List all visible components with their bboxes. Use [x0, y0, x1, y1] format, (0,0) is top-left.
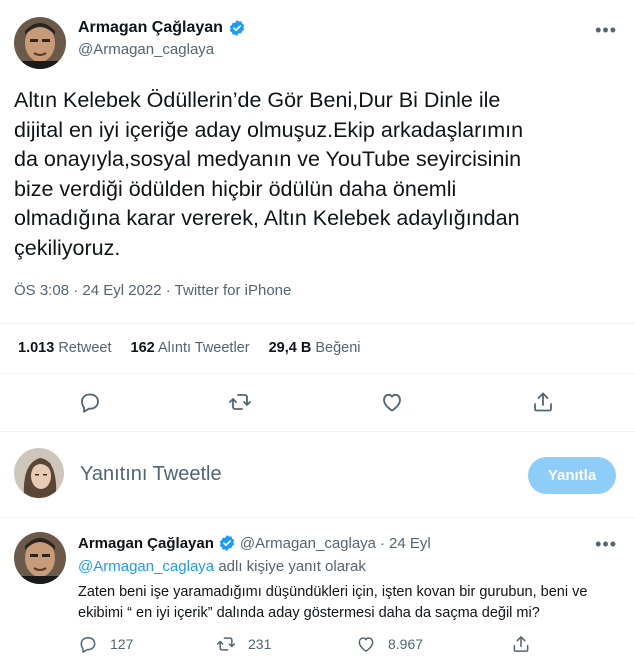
like-icon[interactable] [380, 390, 404, 414]
more-horizontal-icon[interactable]: ••• [595, 20, 617, 41]
divider [0, 323, 635, 324]
current-user-avatar[interactable] [14, 448, 64, 498]
share-icon[interactable] [511, 634, 531, 654]
more-horizontal-icon[interactable]: ••• [595, 534, 617, 555]
author-photo [14, 17, 66, 69]
reply-icon[interactable] [78, 634, 98, 654]
divider [0, 373, 635, 374]
replying-suffix: adlı kişiye yanıt olarak [218, 558, 366, 575]
retweet-icon[interactable] [228, 390, 252, 414]
author-handle[interactable]: @Armagan_caglaya [78, 41, 214, 58]
reply-author-row: Armagan Çağlayan @Armagan_caglaya · 24 E… [78, 534, 431, 552]
reply-icon[interactable] [78, 390, 102, 414]
reply-input[interactable]: Yanıtını Tweetle [80, 463, 222, 486]
reply-reply-action[interactable]: 127 [78, 634, 133, 654]
like-icon[interactable] [356, 634, 376, 654]
likes-stat[interactable]: 29,4 B Beğeni [269, 340, 361, 356]
replying-mention[interactable]: @Armagan_caglaya [78, 558, 214, 575]
quote-tweets-stat[interactable]: 162 Alıntı Tweetler [131, 340, 250, 356]
divider [0, 517, 635, 518]
current-user-photo [14, 448, 64, 498]
reply-text: Zaten beni işe yaramadığımı düşündükleri… [78, 584, 588, 621]
reply-retweet-action[interactable]: 231 [216, 634, 271, 654]
reply-share-action[interactable] [511, 634, 531, 654]
retweet-stat[interactable]: 1.013 Retweet [18, 340, 112, 356]
verified-badge-icon [229, 20, 245, 36]
reply-author-photo [14, 532, 66, 584]
reply-author-avatar[interactable] [14, 532, 66, 584]
reply-button[interactable]: Yanıtla [528, 457, 616, 494]
author-name-row[interactable]: Armagan Çağlayan [78, 19, 246, 37]
reply-date[interactable]: 24 Eyl [389, 535, 431, 552]
reply-count: 127 [110, 636, 134, 652]
like-count: 8.967 [388, 636, 424, 652]
tweet-meta[interactable]: ÖS 3:08 · 24 Eyl 2022 · Twitter for iPho… [14, 282, 291, 299]
replying-to: @Armagan_caglaya adlı kişiye yanıt olara… [78, 558, 366, 575]
author-name[interactable]: Armagan Çağlayan [78, 19, 223, 37]
reply-author-handle[interactable]: @Armagan_caglaya [240, 535, 376, 552]
author-avatar[interactable] [14, 17, 66, 69]
tweet-stats: 1.013 Retweet 162 Alıntı Tweetler 29,4 B… [18, 340, 361, 356]
retweet-count: 231 [248, 636, 272, 652]
separator-dot: · [380, 534, 386, 552]
tweet-text: Altın Kelebek Ödüllerin’de Gör Beni,Dur … [14, 88, 524, 260]
share-icon[interactable] [531, 390, 555, 414]
reply-like-action[interactable]: 8.967 [356, 634, 423, 654]
retweet-icon[interactable] [216, 634, 236, 654]
verified-badge-icon [219, 535, 235, 551]
divider [0, 431, 635, 432]
reply-author-name[interactable]: Armagan Çağlayan [78, 535, 214, 552]
